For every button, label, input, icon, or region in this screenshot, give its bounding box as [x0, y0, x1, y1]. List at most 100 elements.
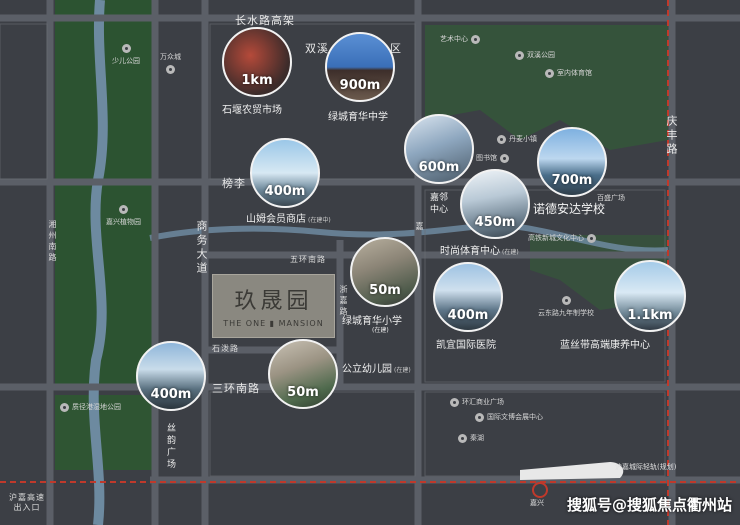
photo-greentown-middle-school[interactable]: 900m: [325, 32, 395, 102]
poi-marker-icon: [119, 205, 128, 214]
photo-blue-ribbon-care[interactable]: 1.1km: [614, 260, 686, 332]
photo-nord-anglia[interactable]: 700m: [537, 127, 607, 197]
poi-label: 室内体育馆: [557, 69, 592, 77]
poi-marker-icon: [121, 44, 131, 53]
photo-distance: 400m: [264, 184, 306, 199]
project-name-cn: 玖晟园: [234, 289, 313, 314]
photo-sams-club[interactable]: 400m: [250, 138, 320, 208]
caption-sports-center: 时尚体育中心 (在建): [440, 242, 519, 257]
photo-distance: 400m: [150, 387, 192, 402]
poi-huanhui-plaza[interactable]: 环汇商业广场: [450, 397, 504, 407]
road-label-shibo: 石泼路: [212, 344, 239, 353]
poi-marker-icon: [60, 402, 69, 412]
rail-label: 沪嘉城际轻轨(规划): [615, 462, 676, 472]
caption-note: (在建): [502, 249, 519, 256]
poi-marker-icon: [450, 397, 459, 407]
caption-greentown-primary-note: (在建): [372, 327, 389, 334]
photo-distance: 450m: [474, 215, 516, 230]
poi-shuangxi-park[interactable]: 双溪公园: [515, 50, 555, 60]
project-name-en: THE ONE ▮ MANSION: [223, 319, 324, 328]
poi-marker-icon: [561, 296, 571, 305]
caption-public-kindergarten: 公立幼儿园 (在建): [342, 360, 411, 375]
road-label-wuhuan: 五环南路: [290, 255, 326, 264]
road-label-changshui: 长水路高架: [235, 14, 295, 27]
poi-label: 秦湖: [470, 434, 484, 442]
poi-art-center[interactable]: 艺术中心: [440, 34, 480, 44]
poi-marker-icon: [545, 68, 554, 78]
caption-text: 公立幼儿园: [342, 364, 392, 375]
photo-distance: 700m: [551, 173, 593, 188]
poi-marker-icon: [500, 153, 509, 163]
poi-library[interactable]: 图书馆: [476, 153, 509, 163]
poi-label: 云东路九年制学校: [538, 309, 594, 317]
poi-children-park[interactable]: 少儿公园: [112, 44, 140, 66]
caption-sams-club: 山姆会员商店 (在建中): [246, 210, 331, 225]
photo-distance: 400m: [447, 308, 489, 323]
road-label-shangwu: 商务大道: [195, 220, 208, 276]
train-icon: [520, 462, 624, 480]
photo-greentown-primary[interactable]: 50m: [350, 237, 420, 307]
caption-blue-ribbon-care: 蓝丝带高端康养中心: [560, 340, 650, 351]
poi-qinhu[interactable]: 秦湖: [458, 433, 484, 443]
poi-marker-icon: [587, 233, 596, 243]
poi-expo-center[interactable]: 国际文博会展中心: [475, 412, 543, 422]
photo-jiaxing-center[interactable]: 600m: [404, 114, 474, 184]
poi-marker-icon: [515, 50, 524, 60]
photo-market[interactable]: 1km: [222, 27, 292, 97]
poi-marker-icon: [166, 65, 175, 74]
label-jiaxing-center: 嘉邻中心: [429, 193, 448, 215]
poi-wanzhongcheng[interactable]: 万众城: [160, 52, 181, 74]
poi-marker-icon: [458, 433, 467, 443]
photo-sijun-plaza[interactable]: 400m: [136, 341, 206, 411]
caption-kaiyi-hospital: 凯宜国际医院: [436, 340, 496, 351]
poi-marker-icon: [475, 412, 484, 422]
photo-distance: 1.1km: [627, 308, 673, 323]
road-label-sanhuan: 三环南路: [212, 382, 260, 395]
caption-text: 时尚体育中心: [440, 246, 500, 257]
poi-yundong-school[interactable]: 云东路九年制学校: [538, 296, 594, 318]
map-canvas[interactable]: 长水路高架 双溪 区 榜李 商务大道 五环南路 石泼路 三环南路 庆丰路 湘州南…: [0, 0, 740, 525]
project-marker[interactable]: 玖晟园 THE ONE ▮ MANSION: [212, 274, 335, 338]
poi-label: 万众城: [160, 53, 181, 61]
caption-greentown-middle-school: 绿城育华中学: [328, 112, 388, 123]
photo-kaiyi-hospital[interactable]: 400m: [433, 262, 503, 332]
poi-botanical-garden[interactable]: 嘉兴植物园: [106, 205, 141, 227]
poi-label: 嘉兴植物园: [106, 218, 141, 226]
photo-distance: 1km: [241, 73, 273, 88]
poi-label: 图书馆: [476, 154, 497, 162]
road-label-jia: 嘉: [415, 222, 424, 233]
rail-name: 沪嘉城际轻轨: [615, 463, 657, 471]
road-label-tianzhou: 湘州南路: [48, 220, 57, 264]
poi-label: 高铁新城文化中心: [528, 234, 584, 242]
poi-danish-town[interactable]: 丹麦小镇: [497, 134, 537, 144]
poi-marker-icon: [471, 34, 480, 44]
road-label-bangsi: 榜李: [222, 177, 246, 190]
photo-distance: 50m: [287, 385, 319, 400]
photo-sports-center[interactable]: 450m: [460, 169, 530, 239]
poi-indoor-gym[interactable]: 室内体育馆: [545, 68, 592, 78]
poi-label: 环汇商业广场: [462, 398, 504, 406]
poi-label: 丹麦小镇: [509, 135, 537, 143]
photo-distance: 50m: [369, 283, 401, 298]
rail-note: (规划): [657, 463, 677, 471]
poi-label: 质径港湿地公园: [72, 403, 121, 411]
road-label-huhang-exit: 沪嘉高速出入口: [9, 493, 45, 512]
caption-note: (在建): [394, 367, 411, 374]
poi-culture-center[interactable]: 高铁新城文化中心: [528, 233, 596, 243]
road-label-sijun: 丝韵广场: [165, 423, 175, 471]
poi-label: 国际文博会展中心: [487, 413, 543, 421]
poi-wetland-park[interactable]: 质径港湿地公园: [60, 402, 121, 412]
poi-label: 少儿公园: [112, 57, 140, 65]
caption-text: 山姆会员商店: [246, 214, 306, 225]
photo-distance: 600m: [418, 160, 460, 175]
poi-marker-icon: [497, 134, 506, 144]
road-label-shuangxi: 双溪: [305, 42, 329, 55]
caption-note: (在建中): [308, 217, 331, 224]
station-label: 嘉兴: [530, 499, 544, 507]
photo-public-kindergarten[interactable]: 50m: [268, 339, 338, 409]
watermark: 搜狐号@搜狐焦点衢州站: [566, 496, 732, 514]
poi-label: 双溪公园: [527, 51, 555, 59]
caption-market: 石堰农贸市场: [222, 105, 282, 116]
caption-nord-anglia: 诺德安达学校: [533, 202, 606, 216]
poi-label: 艺术中心: [440, 35, 468, 43]
